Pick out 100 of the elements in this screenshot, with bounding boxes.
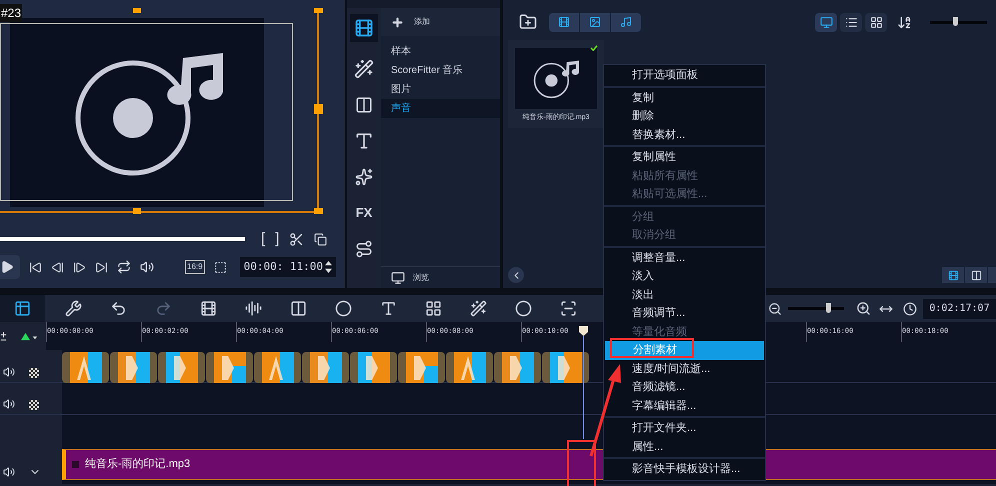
sound-mixer-icon[interactable] <box>245 300 262 317</box>
checker-icon[interactable] <box>29 368 39 378</box>
spinner-icon[interactable] <box>325 261 332 273</box>
copy-icon[interactable] <box>314 232 328 246</box>
crop-icon[interactable] <box>214 260 227 274</box>
mask-icon[interactable] <box>470 300 487 317</box>
menu-item[interactable]: 淡出 <box>604 286 765 304</box>
motion-icon[interactable] <box>335 300 352 317</box>
step-forward-icon[interactable] <box>73 260 86 274</box>
scissors-icon[interactable] <box>289 232 304 246</box>
list-view-icon <box>844 16 858 28</box>
thumbnail-view-icon <box>820 16 832 28</box>
film-icon <box>354 18 374 38</box>
collapse-button[interactable] <box>508 267 524 283</box>
zoom-in-icon[interactable] <box>856 301 871 316</box>
category-item[interactable]: 图片 <box>381 80 500 99</box>
menu-item[interactable]: 音频调节... <box>604 304 765 322</box>
split-screen-icon[interactable] <box>425 300 442 317</box>
resize-handle[interactable] <box>314 104 323 114</box>
fx-button[interactable]: FX <box>356 203 372 222</box>
resize-handle[interactable] <box>314 208 323 214</box>
menu-item[interactable]: 速度/时间流逝... <box>604 360 765 378</box>
category-item[interactable]: 样本 <box>381 42 500 61</box>
annotation-box <box>567 440 596 486</box>
layout-button[interactable] <box>965 267 987 283</box>
menu-item[interactable]: 复制 <box>604 88 765 107</box>
repeat-icon[interactable] <box>117 260 131 274</box>
columns-icon <box>970 270 982 280</box>
undo-icon[interactable] <box>110 300 127 317</box>
play-button[interactable] <box>0 255 20 279</box>
menu-item[interactable]: 影音快手模板设计器... <box>604 460 765 478</box>
music-disc-icon <box>533 58 579 98</box>
timecode-field[interactable]: 00:00: 11:00 <box>240 256 336 278</box>
volume-icon[interactable] <box>140 260 154 274</box>
auto-music-icon[interactable] <box>290 300 307 317</box>
skip-forward-icon[interactable] <box>95 260 108 274</box>
view-button[interactable] <box>865 12 887 32</box>
frame-label: #23 <box>0 4 22 22</box>
resize-handle[interactable] <box>133 208 141 214</box>
audio-clip-name: 纯音乐-雨的印记.mp3 <box>85 456 190 472</box>
film-icon <box>948 270 958 280</box>
path-icon[interactable] <box>515 300 532 317</box>
record-icon[interactable] <box>200 300 217 317</box>
slider-thumb[interactable] <box>953 16 958 26</box>
mark-out-button[interactable]: ] <box>275 228 280 250</box>
mark-in-button[interactable]: [ <box>261 228 266 250</box>
plus-icon <box>391 16 404 28</box>
checker-icon[interactable] <box>29 400 39 410</box>
timeline-view-button[interactable] <box>0 295 45 322</box>
photo-icon <box>589 16 601 28</box>
tools-icon[interactable] <box>65 300 82 317</box>
photo-filter-button[interactable] <box>580 12 610 32</box>
view-button[interactable] <box>815 12 837 32</box>
menu-item[interactable]: 音频滤镜... <box>604 378 765 396</box>
mute-icon[interactable] <box>3 366 15 378</box>
add-remove-track-icon[interactable] <box>0 332 7 340</box>
menu-item[interactable]: 复制属性 <box>604 148 765 166</box>
skip-back-icon[interactable] <box>29 260 42 274</box>
menu-item[interactable]: 调整音量... <box>604 248 765 267</box>
subtitle-icon[interactable] <box>380 300 397 317</box>
layout-button[interactable] <box>942 267 964 283</box>
add-button[interactable]: 添加 <box>381 8 500 36</box>
transition-icon[interactable] <box>355 96 373 114</box>
menu-item[interactable]: 打开选项面板 <box>604 66 765 84</box>
step-back-icon[interactable] <box>51 260 64 274</box>
project-duration: 0:02:17:07 <box>923 298 996 318</box>
film-icon <box>558 16 570 28</box>
category-item[interactable]: ScoreFitter 音乐 <box>381 61 500 80</box>
mute-icon[interactable] <box>3 466 15 478</box>
view-button[interactable] <box>840 12 862 32</box>
mute-icon[interactable] <box>3 398 15 410</box>
path-icon[interactable] <box>355 240 373 258</box>
video-filter-button[interactable] <box>549 12 579 32</box>
redo-icon[interactable] <box>155 300 172 317</box>
audio-filter-button[interactable] <box>611 12 641 32</box>
track-icon[interactable] <box>560 300 577 317</box>
aspect-button[interactable]: 16:9 <box>185 260 205 274</box>
sort-icon[interactable] <box>897 14 912 30</box>
import-folder-icon[interactable] <box>519 13 537 31</box>
resize-handle[interactable] <box>133 8 141 13</box>
instant-project-icon[interactable] <box>354 59 374 79</box>
music-icon <box>620 16 632 28</box>
menu-item[interactable]: 淡入 <box>604 267 765 286</box>
audio-clip-icon <box>72 461 79 468</box>
panel-grip[interactable] <box>347 0 500 8</box>
track-manager-icon[interactable] <box>21 332 39 340</box>
title-icon[interactable] <box>354 131 374 151</box>
resize-handle[interactable] <box>314 8 323 13</box>
graphics-icon[interactable] <box>355 168 373 186</box>
media-button[interactable] <box>350 14 378 42</box>
play-icon <box>0 260 14 274</box>
menu-item[interactable]: 字幕编辑器... <box>604 396 765 415</box>
zoom-thumb[interactable] <box>826 303 831 313</box>
zoom-out-icon[interactable] <box>768 302 782 316</box>
monitor-icon <box>391 270 405 284</box>
category-item[interactable]: 声音 <box>381 99 500 118</box>
menu-item[interactable]: 删除 <box>604 107 765 126</box>
menu-item[interactable]: 替换素材... <box>604 126 765 144</box>
clock-icon[interactable] <box>903 302 917 316</box>
menu-item[interactable]: 打开文件夹... <box>604 419 765 438</box>
